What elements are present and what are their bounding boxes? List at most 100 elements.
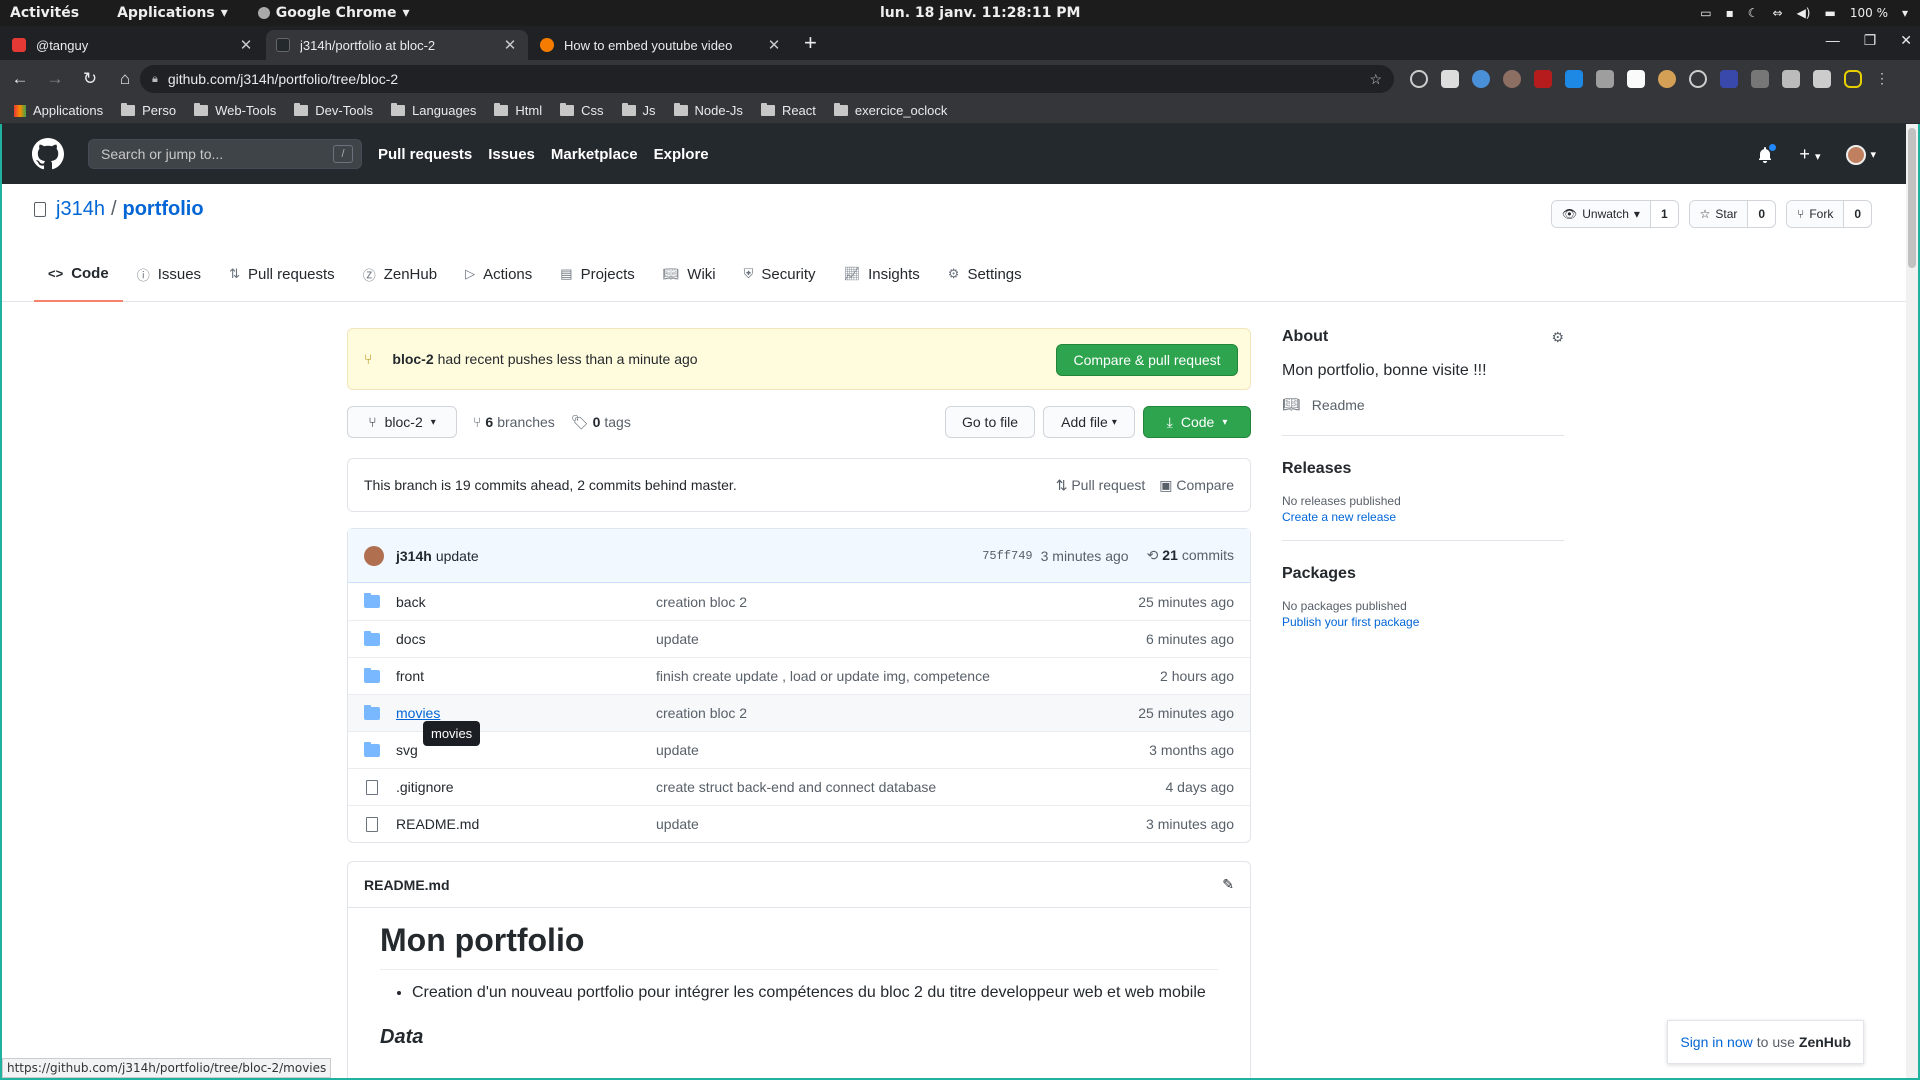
bookmark-folder[interactable]: React (760, 103, 816, 118)
extension-icon[interactable] (1689, 70, 1707, 88)
go-to-file-button[interactable]: Go to file (945, 406, 1035, 438)
watch-count[interactable]: 1 (1651, 201, 1678, 227)
tab-security[interactable]: ⛨ Security (730, 246, 830, 302)
close-tab-icon[interactable]: ✕ (766, 36, 782, 54)
code-download-button[interactable]: ⤓ Code ▾ (1143, 406, 1251, 438)
pencil-icon[interactable]: ✎ (1222, 876, 1234, 893)
table-row[interactable]: README.md update 3 minutes ago (348, 805, 1250, 842)
branch-select[interactable]: ⑂ bloc-2 ▾ (347, 406, 457, 438)
notifications-bell-icon[interactable] (1757, 143, 1777, 163)
vue-devtools-icon[interactable] (1782, 70, 1800, 88)
close-window-icon[interactable]: ✕ (1900, 32, 1912, 49)
table-row[interactable]: back creation bloc 2 25 minutes ago (348, 583, 1250, 620)
repo-owner-link[interactable]: j314h (56, 198, 105, 221)
address-bar[interactable]: 🔒︎ github.com/j314h/portfolio/tree/bloc-… (140, 65, 1394, 93)
star-button-main[interactable]: ☆ Star (1689, 201, 1749, 227)
bookmark-folder[interactable]: Perso (121, 103, 176, 118)
star-count[interactable]: 0 (1748, 201, 1775, 227)
page-scrollbar[interactable] (1906, 124, 1918, 1078)
file-name-link[interactable]: movies (396, 705, 656, 721)
file-name-link[interactable]: back (396, 594, 656, 610)
minimize-icon[interactable]: — (1826, 32, 1840, 49)
repo-name-link[interactable]: portfolio (123, 198, 204, 221)
nav-issues[interactable]: Issues (488, 146, 535, 163)
add-file-button[interactable]: Add file ▾ (1043, 406, 1135, 438)
compare-pull-request-button[interactable]: Compare & pull request (1056, 344, 1238, 376)
close-tab-icon[interactable]: ✕ (238, 36, 254, 54)
file-commit-message[interactable]: finish create update , load or update im… (656, 668, 1116, 684)
table-row[interactable]: front finish create update , load or upd… (348, 657, 1250, 694)
pull-request-link[interactable]: ⇅ Pull request (1056, 477, 1146, 494)
tab-wiki[interactable]: 📖︎ Wiki (649, 246, 730, 302)
react-devtools-icon[interactable] (1410, 70, 1428, 88)
browser-tab-3[interactable]: How to embed youtube video ✕ (530, 30, 792, 60)
clock[interactable]: lun. 18 janv. 11:28:11 PM (880, 5, 1080, 21)
tab-pull-requests[interactable]: ⇅ Pull requests (215, 246, 349, 302)
commit-sha[interactable]: 75ff749 (982, 549, 1032, 563)
file-commit-message[interactable]: update (656, 631, 1116, 647)
commit-author[interactable]: j314h (396, 548, 432, 564)
fork-button-main[interactable]: ⑂ Fork (1787, 201, 1845, 227)
github-logo-icon[interactable] (32, 138, 64, 170)
profile-icon[interactable] (1844, 70, 1862, 88)
releases-title[interactable]: Releases (1282, 460, 1564, 478)
watch-button-main[interactable]: 👁︎ Unwatch ▾ (1552, 201, 1651, 227)
table-row[interactable]: .gitignore create struct back-end and co… (348, 768, 1250, 805)
file-name-link[interactable]: README.md (396, 816, 656, 832)
watch-button[interactable]: 👁︎ Unwatch ▾ 1 (1551, 200, 1679, 228)
bookmark-folder[interactable]: Html (494, 103, 542, 118)
zenhub-icon[interactable] (1720, 70, 1738, 88)
nav-marketplace[interactable]: Marketplace (551, 146, 638, 163)
pushed-branch[interactable]: bloc-2 (392, 351, 433, 367)
browser-tab-1[interactable]: @tanguy ✕ (2, 30, 264, 60)
file-commit-message[interactable]: update (656, 742, 1116, 758)
bookmark-folder[interactable]: Web-Tools (194, 103, 276, 118)
system-tray[interactable]: ▭ ▪ ☾ ⇔ ◀) ▬ 100 % ▾ (1700, 6, 1908, 20)
file-commit-message[interactable]: create struct back-end and connect datab… (656, 779, 1116, 795)
puzzle-icon[interactable] (1813, 70, 1831, 88)
packages-title[interactable]: Packages (1282, 565, 1564, 583)
extension-icon[interactable] (1472, 70, 1490, 88)
bookmark-folder[interactable]: exercice_oclock (833, 103, 947, 118)
lock-icon[interactable]: 🔒︎ (152, 73, 158, 86)
search-input[interactable]: Search or jump to... / (88, 139, 362, 169)
avatar[interactable] (364, 545, 384, 566)
branches-link[interactable]: ⑂ 6 branches (473, 414, 555, 430)
star-button[interactable]: ☆ Star 0 (1688, 200, 1777, 228)
tab-settings[interactable]: ⚙ Settings (934, 246, 1036, 302)
new-tab-button[interactable]: + (804, 30, 817, 56)
bookmark-folder[interactable]: Node-Js (673, 103, 743, 118)
home-icon[interactable]: ⌂ (110, 69, 140, 89)
zenhub-signin-link[interactable]: Sign in now (1680, 1034, 1752, 1050)
extension-icon[interactable] (1503, 70, 1521, 88)
gear-icon[interactable]: ⚙ (1551, 329, 1564, 346)
tab-issues[interactable]: ⓘ Issues (123, 246, 215, 302)
bookmark-folder[interactable]: Dev-Tools (294, 103, 373, 118)
extension-icon[interactable] (1751, 70, 1769, 88)
tags-link[interactable]: 🏷︎ 0 tags (571, 414, 631, 431)
file-commit-message[interactable]: creation bloc 2 (656, 705, 1116, 721)
browser-tab-2[interactable]: j314h/portfolio at bloc-2 ✕ (266, 30, 528, 60)
close-tab-icon[interactable]: ✕ (502, 36, 518, 54)
bookmark-folder[interactable]: Js (621, 103, 656, 118)
tab-projects[interactable]: ▤ Projects (546, 246, 648, 302)
user-menu[interactable]: ▾ (1846, 144, 1876, 165)
extension-icon[interactable] (1627, 70, 1645, 88)
commit-message[interactable]: update (436, 548, 479, 564)
file-commit-message[interactable]: update (656, 816, 1116, 832)
cookie-icon[interactable] (1658, 70, 1676, 88)
create-new-menu[interactable]: + ▾ (1799, 144, 1820, 165)
file-name-link[interactable]: docs (396, 631, 656, 647)
file-name-link[interactable]: .gitignore (396, 779, 656, 795)
kebab-menu-icon[interactable]: ⋮ (1875, 70, 1889, 88)
nav-pull-requests[interactable]: Pull requests (378, 146, 472, 163)
scrollbar-thumb[interactable] (1908, 128, 1916, 268)
file-name-link[interactable]: front (396, 668, 656, 684)
commit-history-link[interactable]: ⟲ 21 commits (1147, 547, 1234, 564)
extension-icon[interactable] (1565, 70, 1583, 88)
table-row[interactable]: svg update 3 months ago (348, 731, 1250, 768)
table-row[interactable]: movies creation bloc 2 25 minutes ago mo… (348, 694, 1250, 746)
create-release-link[interactable]: Create a new release (1282, 510, 1564, 524)
back-icon[interactable]: ← (5, 69, 35, 89)
fork-button[interactable]: ⑂ Fork 0 (1786, 200, 1872, 228)
